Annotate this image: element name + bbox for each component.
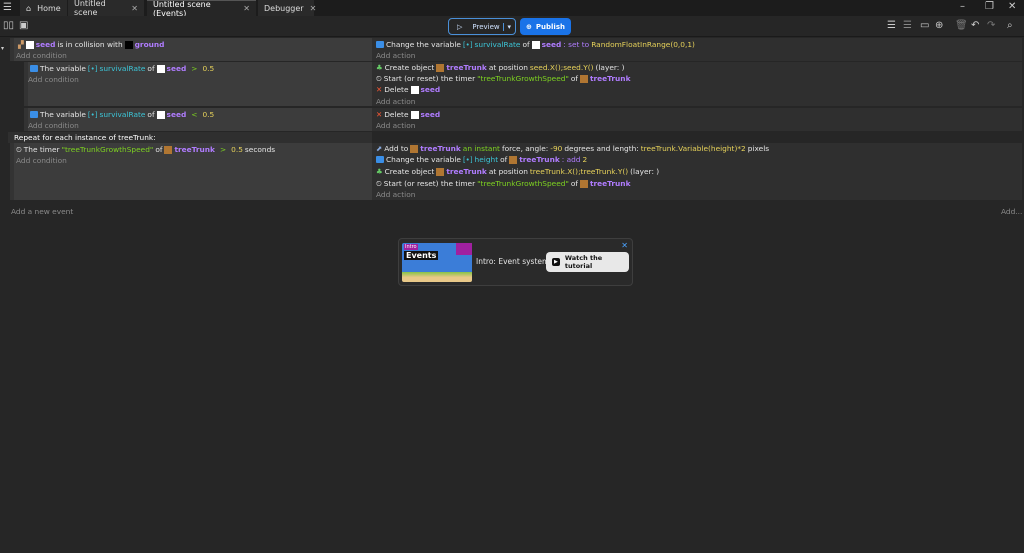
add-condition[interactable]: Add condition: [28, 74, 79, 85]
tab-label: Untitled scene (Events): [153, 0, 211, 18]
collision-icon: ▞: [18, 40, 24, 49]
minimize-icon[interactable]: –: [960, 2, 965, 12]
timer-icon: ⏲: [376, 178, 382, 188]
tutorial-title: Intro: Event system: [476, 257, 550, 266]
thumb-tag: Intro: [404, 244, 418, 250]
youtube-icon: ▶: [552, 258, 560, 266]
add-icon[interactable]: ⊕: [935, 21, 943, 31]
close-icon[interactable]: ✕: [621, 241, 628, 250]
home-icon: ⌂: [26, 3, 32, 13]
play-icon: ▷: [457, 22, 463, 31]
watch-tutorial-button[interactable]: ▶ Watch the tutorial: [546, 252, 629, 272]
watch-label: Watch the tutorial: [564, 254, 603, 270]
variable-icon: [30, 111, 38, 118]
action-start-timer[interactable]: ⏲ Start (or reset) the timer "treeTrunkGro…: [376, 178, 630, 189]
action-create-object[interactable]: ♣ Create object treeTrunk at position treeTr…: [376, 166, 659, 177]
add-condition[interactable]: Add condition: [16, 155, 67, 166]
panels-icon[interactable]: ▯▯: [3, 21, 14, 31]
variable-icon: [30, 65, 38, 72]
tab-label: Untitled scene: [74, 0, 106, 17]
add-action[interactable]: Add action: [376, 96, 415, 107]
condition-variable[interactable]: The variable [•] survivalRate of seed <0.5: [30, 109, 214, 120]
tab-untitled-scene[interactable]: Untitled scene ✕: [68, 0, 144, 17]
condition-collision[interactable]: ▞ seed is in collision with ground: [18, 39, 164, 50]
add-new-event[interactable]: Add a new event: [11, 207, 73, 216]
action-delete[interactable]: ✕ Delete seed: [376, 109, 440, 120]
gdevelop-logo: [456, 243, 472, 255]
action-create-object[interactable]: ♣ Create object treeTrunk at position seed.X…: [376, 62, 625, 73]
chevron-down-icon[interactable]: ▾: [503, 22, 511, 31]
condition-variable[interactable]: The variable [•] survivalRate of seed >0.5: [30, 63, 214, 74]
create-icon: ♣: [376, 63, 383, 72]
thumb-title: Events: [404, 251, 439, 260]
force-icon: ⬈: [376, 144, 383, 153]
add-action[interactable]: Add action: [376, 120, 415, 131]
save-icon[interactable]: ▣: [19, 21, 28, 31]
preview-button[interactable]: ▷ Preview ▾: [448, 18, 516, 35]
tab-scene-events[interactable]: Untitled scene (Events) ✕: [147, 0, 256, 18]
close-icon[interactable]: ✕: [243, 4, 250, 13]
create-icon: ♣: [376, 167, 383, 176]
repeat-actions[interactable]: ⬈ Add to treeTrunk an instant force, angle: -…: [372, 143, 1022, 200]
action-add-force[interactable]: ⬈ Add to treeTrunk an instant force, angle: -…: [376, 143, 769, 154]
tab-home[interactable]: ⌂ Home: [20, 0, 67, 16]
close-icon[interactable]: ✕: [131, 4, 138, 13]
action-start-timer[interactable]: ⏲ Start (or reset) the timer "treeTrunkGro…: [376, 73, 630, 84]
condition-timer[interactable]: ⏲ The timer "treeTrunkGrowthSpeed" of treeTr…: [16, 144, 275, 155]
subevent-1-actions[interactable]: ♣ Create object treeTrunk at position seed.X…: [372, 62, 1022, 106]
add-condition[interactable]: Add condition: [28, 120, 79, 131]
timer-icon: ⏲: [16, 144, 22, 154]
delete-x-icon: ✕: [376, 85, 383, 94]
comment-icon[interactable]: ▭: [920, 21, 929, 31]
tab-bar: ☰ ⌂ Home Untitled scene ✕ Untitled scene (…: [0, 0, 1024, 18]
action-delete[interactable]: ✕ Delete seed: [376, 84, 440, 95]
publish-button[interactable]: ⊕ Publish: [520, 18, 571, 35]
event-1-conditions[interactable]: ▞ seed is in collision with ground Add cond…: [10, 38, 372, 61]
repeat-header[interactable]: Repeat for each instance of treeTrunk:: [8, 132, 372, 143]
tab-debugger[interactable]: Debugger ✕: [258, 0, 317, 16]
subevent-2-actions[interactable]: ✕ Delete seed Add action: [372, 108, 1022, 131]
add-event-icon[interactable]: ☰: [887, 21, 896, 31]
preview-label: Preview: [472, 22, 500, 31]
delete-icon[interactable]: 🗑: [955, 21, 968, 31]
tutorial-thumbnail[interactable]: Intro Events: [402, 243, 472, 282]
redo-icon[interactable]: ↷: [987, 21, 995, 31]
undo-icon[interactable]: ↶: [971, 21, 979, 31]
variable-icon: [376, 41, 384, 48]
action-change-variable[interactable]: Change the variable [•] survivalRate of seed…: [376, 39, 695, 50]
action-change-variable[interactable]: Change the variable [•] height of treeTrunk:…: [376, 154, 587, 165]
variable-icon: [376, 156, 384, 163]
window-close-icon[interactable]: ✕: [1008, 2, 1016, 12]
delete-x-icon: ✕: [376, 110, 383, 119]
publish-label: Publish: [535, 22, 565, 31]
timer-icon: ⏲: [376, 73, 382, 83]
maximize-icon[interactable]: ❐: [985, 2, 994, 12]
repeat-conditions[interactable]: ⏲ The timer "treeTrunkGrowthSpeed" of treeTr…: [10, 143, 372, 200]
close-icon[interactable]: ✕: [310, 4, 317, 13]
tab-label: Debugger: [264, 3, 304, 13]
subevent-2-conditions[interactable]: The variable [•] survivalRate of seed <0.5 Ad…: [24, 108, 372, 131]
menu-icon[interactable]: ☰: [3, 3, 12, 13]
tutorial-card: Intro Events Intro: Event system ▶ Watch …: [398, 238, 633, 286]
collapse-icon[interactable]: ▾: [1, 44, 4, 54]
tab-label: Home: [37, 3, 61, 13]
add-action[interactable]: Add action: [376, 189, 415, 200]
add-subevent-icon[interactable]: ☰: [903, 21, 912, 31]
add-action[interactable]: Add action: [376, 50, 415, 61]
globe-icon: ⊕: [526, 22, 532, 31]
subevent-1-conditions[interactable]: The variable [•] survivalRate of seed >0.5 Ad…: [24, 62, 372, 106]
event-1-actions[interactable]: Change the variable [•] survivalRate of seed…: [372, 38, 1022, 61]
search-icon[interactable]: ⌕: [1007, 21, 1013, 31]
add-more-button[interactable]: Add...: [1001, 207, 1022, 216]
add-condition[interactable]: Add condition: [16, 50, 67, 61]
